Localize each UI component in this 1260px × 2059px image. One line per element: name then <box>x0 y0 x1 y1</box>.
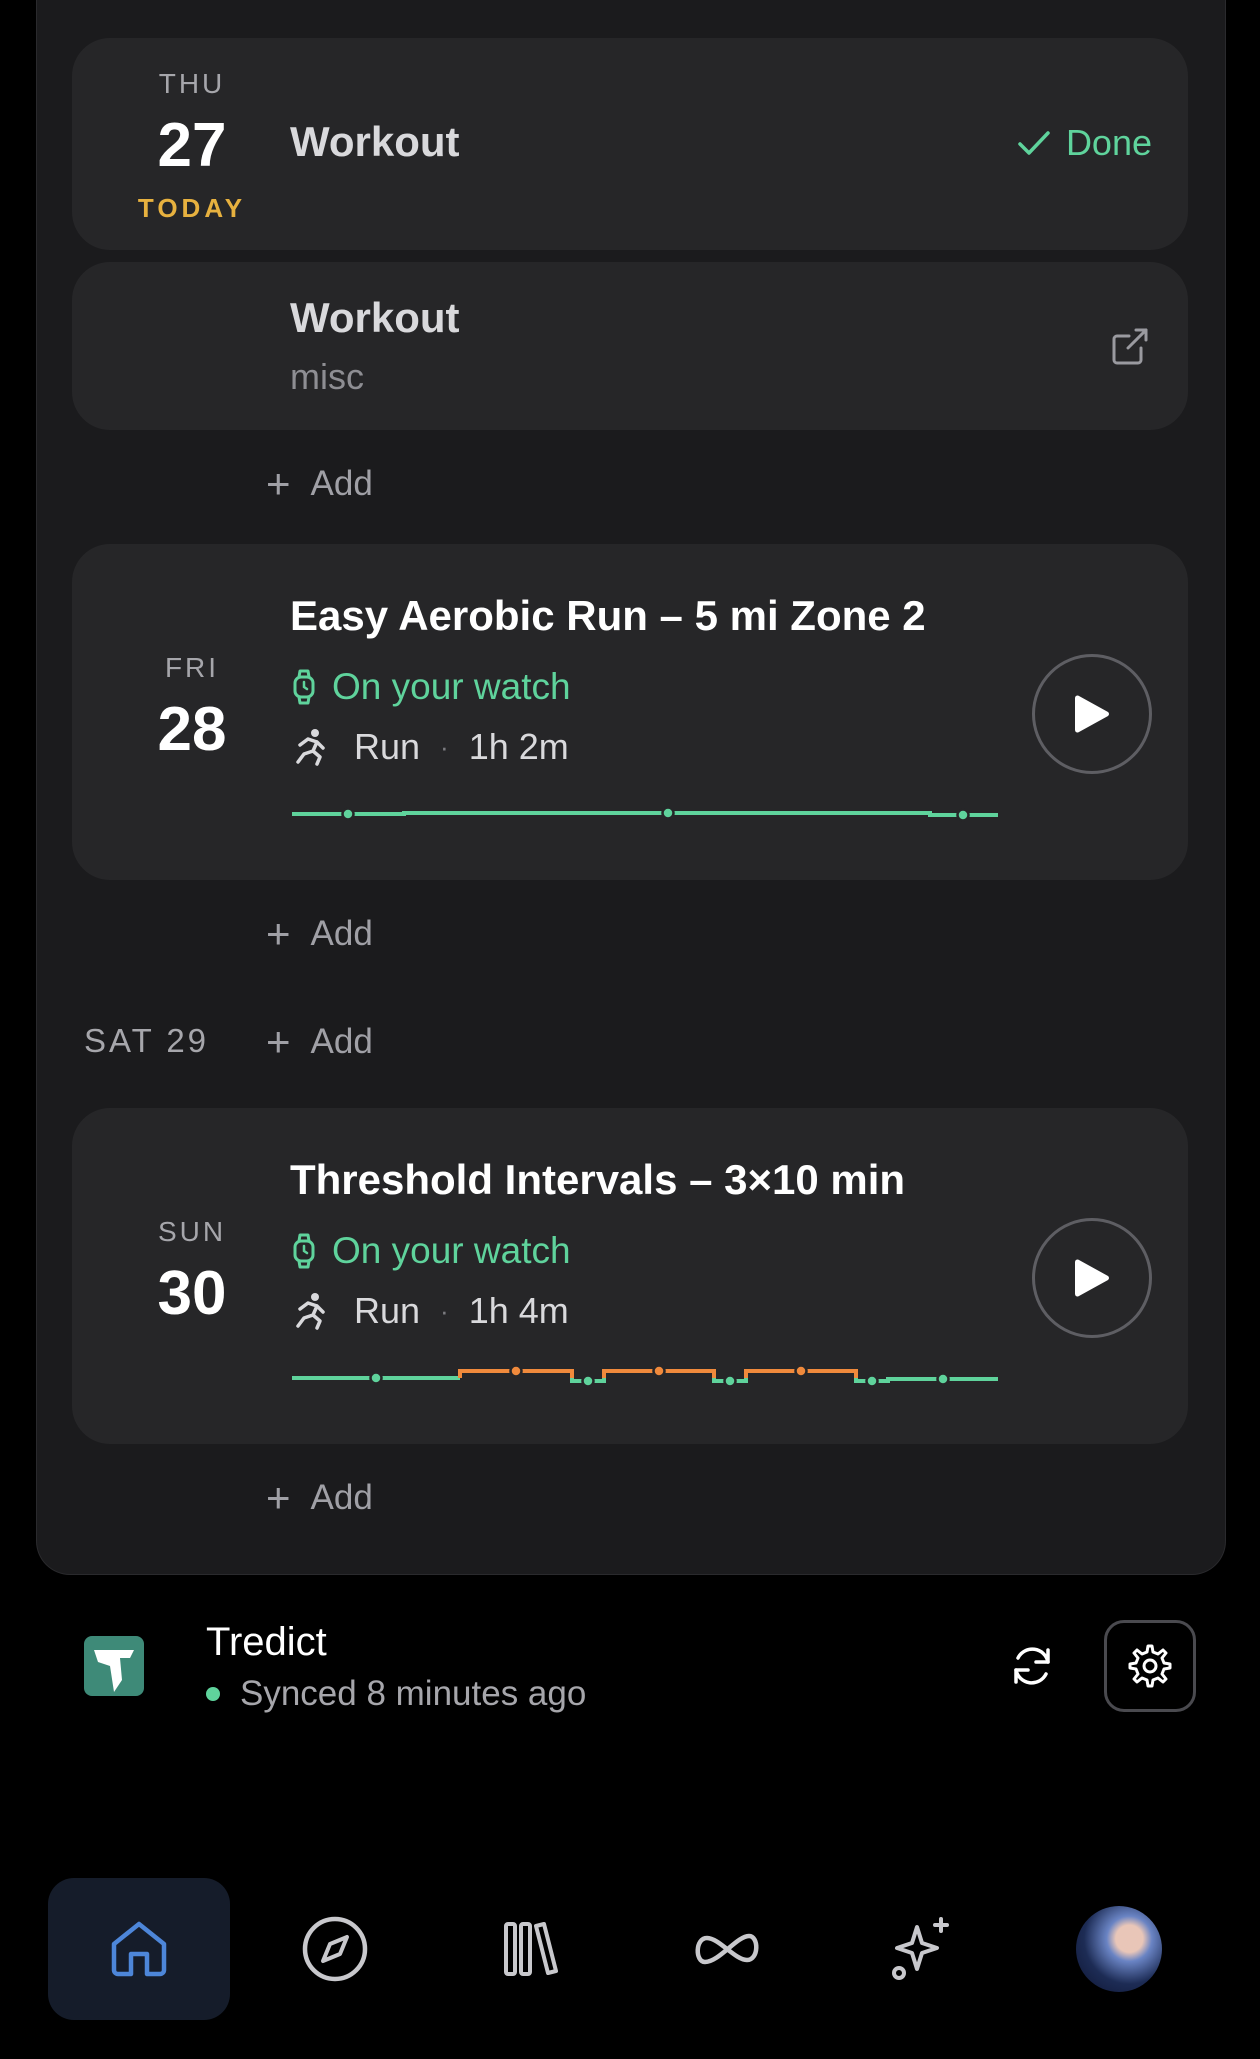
plus-icon: + <box>266 910 291 957</box>
nav-library[interactable] <box>440 1878 622 2020</box>
workout-title: Threshold Intervals – 3×10 min <box>290 1156 906 1203</box>
plus-icon: + <box>266 1018 291 1065</box>
watch-status: On your watch <box>290 666 571 708</box>
day-label: SAT <box>84 1022 155 1059</box>
day-number: 28 <box>157 695 227 764</box>
tredict-logo <box>84 1636 144 1696</box>
watch-label: On your watch <box>332 666 571 707</box>
add-label: Add <box>310 1022 373 1061</box>
play-icon <box>1075 1259 1109 1297</box>
gear-icon <box>1128 1644 1172 1688</box>
add-label: Add <box>310 464 373 503</box>
plus-icon: + <box>266 460 291 507</box>
sync-status: Synced 8 minutes ago <box>206 1674 586 1714</box>
run-icon <box>296 1293 325 1330</box>
nav-home[interactable] <box>48 1878 230 2020</box>
day-number: 29 <box>166 1022 210 1059</box>
check-icon <box>1018 131 1050 155</box>
workout-meta: Run · 1h 4m <box>290 1290 569 1332</box>
add-label: Add <box>310 1478 373 1517</box>
today-label: TODAY <box>137 193 247 223</box>
workout-card-fri[interactable]: FRI 28 Easy Aerobic Run – 5 mi Zone 2 On… <box>72 544 1188 880</box>
sparkles-icon <box>892 1917 949 1980</box>
library-icon <box>504 1922 558 1976</box>
add-button-sun[interactable]: + Add <box>266 1474 373 1522</box>
workout-subtitle: misc <box>290 356 364 397</box>
refresh-icon[interactable] <box>1008 1642 1056 1690</box>
workout-meta: Run · 1h 2m <box>290 726 569 768</box>
sport-label: Run <box>354 726 421 767</box>
watch-status: On your watch <box>290 1230 571 1272</box>
add-button-sat[interactable]: + Add <box>266 1018 373 1066</box>
plus-icon: + <box>266 1474 291 1521</box>
intensity-profile-chart <box>292 806 998 822</box>
duration-label: 1h 2m <box>468 726 569 767</box>
play-icon <box>1075 695 1109 733</box>
done-label: Done <box>1065 122 1152 163</box>
sync-bar: Tredict Synced 8 minutes ago <box>0 1600 1260 1730</box>
compass-icon <box>302 1916 368 1982</box>
meta-separator: · <box>440 1295 449 1326</box>
workout-card-misc[interactable]: Workout misc <box>72 262 1188 430</box>
day-label: FRI <box>164 652 220 683</box>
sync-status-dot <box>206 1687 220 1701</box>
watch-icon <box>293 1233 315 1269</box>
workout-card-sun[interactable]: SUN 30 Threshold Intervals – 3×10 min On… <box>72 1108 1188 1444</box>
add-label: Add <box>310 914 373 953</box>
nav-integrations[interactable] <box>636 1878 818 2020</box>
nav-ai[interactable] <box>832 1878 1014 2020</box>
home-icon <box>111 1921 167 1977</box>
meta-separator: · <box>440 731 449 762</box>
nav-profile[interactable] <box>1028 1878 1210 2020</box>
intensity-profile-chart <box>292 1364 998 1388</box>
nav-explore[interactable] <box>244 1878 426 2020</box>
sport-label: Run <box>354 1290 421 1331</box>
workout-card-done[interactable]: THU 27 TODAY Workout Done <box>72 38 1188 250</box>
app-name: Tredict <box>206 1620 327 1664</box>
workout-title: Workout <box>290 118 460 165</box>
done-status: Done <box>1016 122 1152 164</box>
workout-title: Workout <box>290 294 460 341</box>
workout-title: Easy Aerobic Run – 5 mi Zone 2 <box>290 592 926 639</box>
day-number: 27 <box>157 111 227 180</box>
avatar[interactable] <box>1076 1906 1162 1992</box>
external-link-icon[interactable] <box>1108 324 1152 368</box>
day-label: THU <box>158 68 226 99</box>
play-button[interactable] <box>1032 654 1152 774</box>
day-label: SUN <box>157 1216 227 1247</box>
infinity-icon <box>695 1933 759 1965</box>
day-number: 30 <box>157 1259 227 1328</box>
play-button[interactable] <box>1032 1218 1152 1338</box>
day-label-sat: SAT 29 <box>84 1022 209 1060</box>
sync-status-label: Synced 8 minutes ago <box>240 1674 587 1713</box>
add-button-thu[interactable]: + Add <box>266 460 373 508</box>
duration-label: 1h 4m <box>468 1290 569 1331</box>
watch-label: On your watch <box>332 1230 571 1271</box>
settings-button[interactable] <box>1104 1620 1196 1712</box>
add-button-fri[interactable]: + Add <box>266 910 373 958</box>
watch-icon <box>293 669 315 705</box>
run-icon <box>296 729 325 766</box>
